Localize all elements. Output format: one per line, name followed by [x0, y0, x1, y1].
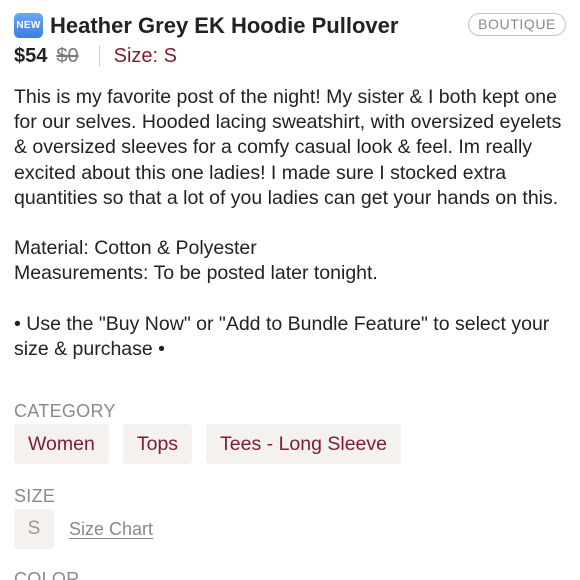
size-text: Size: S — [113, 44, 177, 67]
category-chip-women[interactable]: Women — [14, 424, 109, 464]
listing-title: Heather Grey EK Hoodie Pullover — [50, 13, 399, 38]
boutique-tag[interactable]: BOUTIQUE — [468, 13, 566, 36]
title-row: NEW Heather Grey EK Hoodie Pullover BOUT… — [14, 11, 566, 41]
listing-description: This is my favorite post of the night! M… — [14, 86, 562, 361]
category-chip-tees-long-sleeve[interactable]: Tees - Long Sleeve — [206, 424, 401, 464]
original-price: $0 — [56, 44, 79, 67]
size-chip[interactable]: S — [14, 509, 54, 549]
divider — [98, 46, 100, 66]
size-chart-link[interactable]: Size Chart — [69, 519, 153, 540]
size-heading: SIZE — [14, 486, 56, 506]
category-chips: Women Tops Tees - Long Sleeve — [14, 424, 401, 464]
category-chip-tops[interactable]: Tops — [122, 424, 193, 464]
new-badge: NEW — [14, 13, 43, 38]
price: $54 — [14, 44, 48, 67]
category-heading: CATEGORY — [14, 401, 116, 421]
size-row: S Size Chart — [14, 509, 153, 549]
listing-page: NEW Heather Grey EK Hoodie Pullover BOUT… — [0, 0, 580, 580]
color-heading: COLOR — [14, 569, 80, 580]
price-row: $54 $0 Size: S — [14, 43, 177, 69]
